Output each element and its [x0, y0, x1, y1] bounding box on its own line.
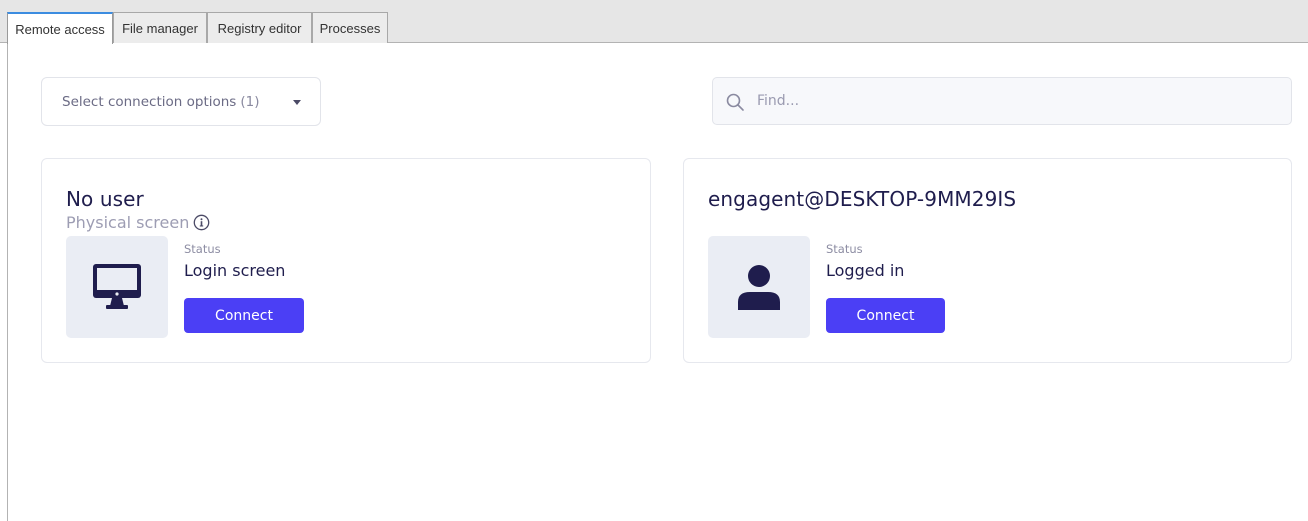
- tab-processes[interactable]: Processes: [312, 12, 388, 43]
- session-card: No user Physical screen Status Login scr…: [41, 158, 651, 363]
- user-icon: [738, 265, 780, 310]
- tab-remote-access[interactable]: Remote access: [7, 12, 113, 44]
- tab-label: File manager: [122, 20, 198, 36]
- connection-options-select[interactable]: Select connection options (1): [41, 77, 321, 126]
- session-subtitle-text: Physical screen: [66, 213, 190, 232]
- status-value: Logged in: [826, 261, 905, 280]
- tab-file-manager[interactable]: File manager: [113, 12, 207, 43]
- tab-label: Registry editor: [217, 20, 302, 36]
- session-card: engagent@DESKTOP-9MM29IS Status Logged i…: [683, 158, 1292, 363]
- tab-registry-editor[interactable]: Registry editor: [207, 12, 312, 43]
- info-icon[interactable]: [193, 214, 210, 231]
- search-input[interactable]: [757, 78, 1277, 124]
- monitor-icon-box: [66, 236, 168, 338]
- select-label: Select connection options: [62, 93, 237, 110]
- tab-bar: Remote access File manager Registry edit…: [0, 0, 1308, 44]
- search-box: [712, 77, 1292, 125]
- connect-button[interactable]: Connect: [826, 298, 945, 333]
- select-count: (1): [240, 93, 260, 110]
- session-title: No user: [66, 187, 144, 211]
- session-subtitle: Physical screen: [66, 213, 210, 232]
- status-value: Login screen: [184, 261, 286, 280]
- chevron-down-icon: [293, 100, 301, 105]
- search-icon: [726, 93, 744, 111]
- tab-label: Processes: [319, 20, 381, 36]
- connect-button[interactable]: Connect: [184, 298, 304, 333]
- session-title: engagent@DESKTOP-9MM29IS: [708, 187, 1017, 211]
- status-label: Status: [184, 242, 221, 256]
- monitor-icon: [93, 264, 141, 309]
- status-label: Status: [826, 242, 863, 256]
- user-icon-box: [708, 236, 810, 338]
- tab-label: Remote access: [15, 21, 105, 37]
